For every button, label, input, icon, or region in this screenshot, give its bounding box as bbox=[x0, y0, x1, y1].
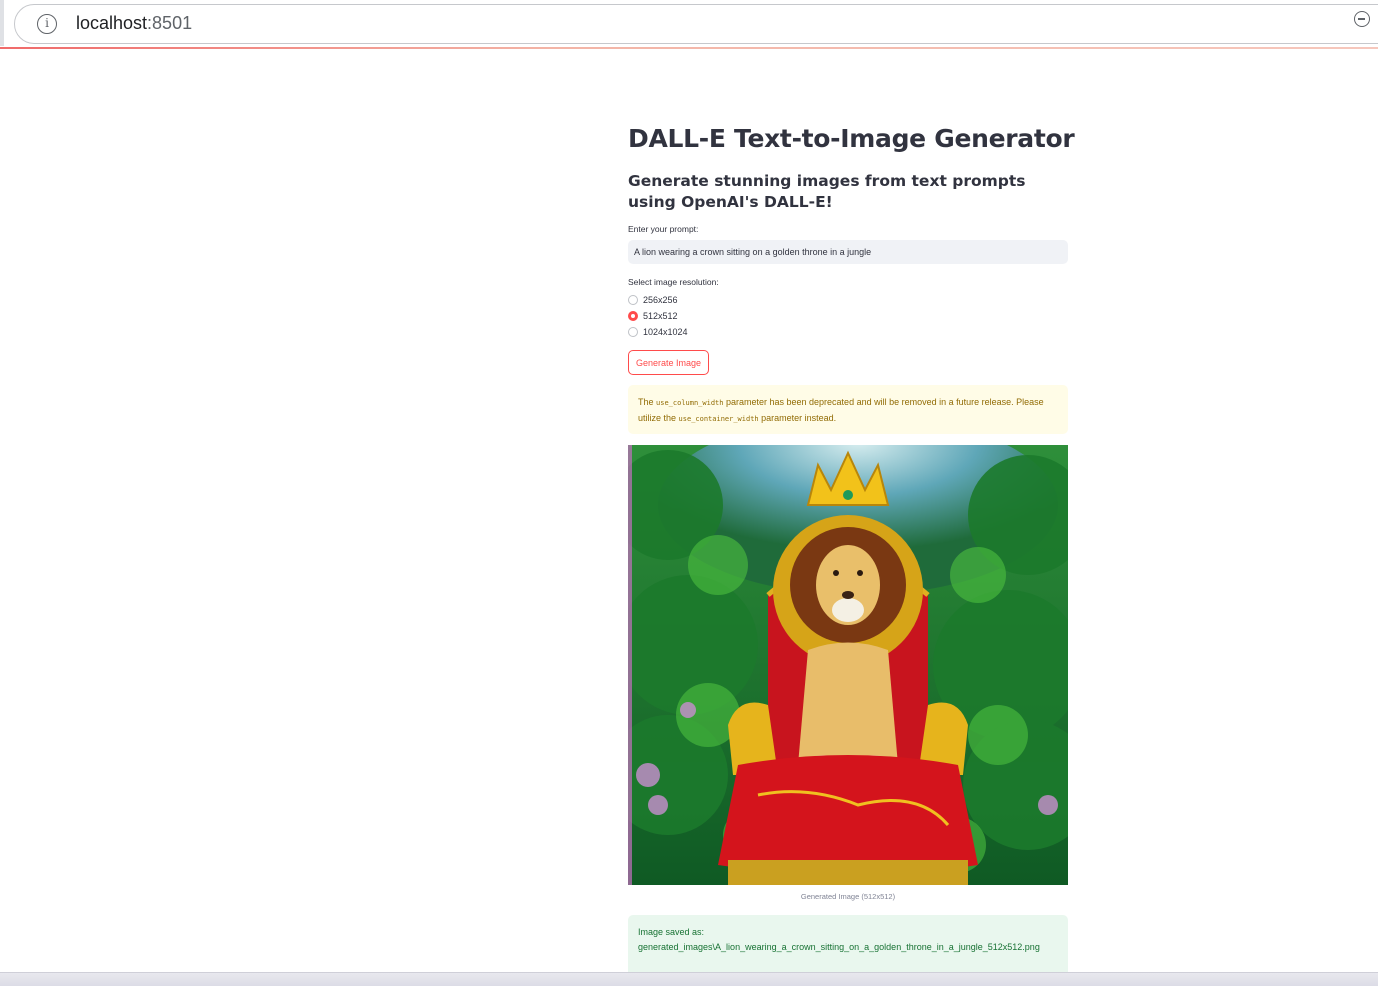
warning-suffix: parameter instead. bbox=[761, 413, 837, 423]
generated-image bbox=[628, 445, 1068, 885]
lion-image-illustration bbox=[628, 445, 1068, 885]
tab-edge bbox=[0, 0, 4, 46]
loading-bar bbox=[0, 47, 1378, 49]
taskbar-edge bbox=[0, 972, 1378, 986]
resolution-label: Select image resolution: bbox=[628, 277, 719, 287]
deprecation-warning: The use_column_width parameter has been … bbox=[628, 385, 1068, 434]
info-icon[interactable]: i bbox=[37, 14, 57, 34]
warning-code-2: use_container_width bbox=[678, 415, 759, 423]
browser-toolbar: i localhost:8501 bbox=[0, 0, 1378, 49]
radio-button[interactable] bbox=[628, 327, 638, 337]
warning-prefix: The bbox=[638, 397, 654, 407]
prompt-input[interactable] bbox=[628, 240, 1068, 264]
address-bar[interactable]: i localhost:8501 bbox=[14, 4, 1378, 44]
success-message: Image saved as: generated_images\A_lion_… bbox=[628, 915, 1068, 975]
warning-code-1: use_column_width bbox=[656, 399, 724, 407]
image-caption: Generated Image (512x512) bbox=[800, 892, 896, 901]
url-port: :8501 bbox=[147, 13, 193, 33]
prompt-label: Enter your prompt: bbox=[628, 224, 699, 234]
radio-label: 256x256 bbox=[643, 295, 678, 305]
url-text[interactable]: localhost:8501 bbox=[76, 13, 192, 34]
radio-option-1024[interactable]: 1024x1024 bbox=[628, 326, 688, 338]
radio-button[interactable] bbox=[628, 295, 638, 305]
radio-button-selected[interactable] bbox=[628, 311, 638, 321]
radio-option-512[interactable]: 512x512 bbox=[628, 310, 678, 322]
success-path: generated_images\A_lion_wearing_a_crown_… bbox=[638, 942, 1040, 952]
page-subtitle: Generate stunning images from text promp… bbox=[628, 172, 1026, 211]
url-host: localhost bbox=[76, 13, 148, 33]
radio-option-256[interactable]: 256x256 bbox=[628, 294, 678, 306]
success-line-1: Image saved as: bbox=[638, 927, 705, 937]
page-title: DALL-E Text-to-Image Generator bbox=[628, 124, 1075, 153]
zoom-out-icon[interactable] bbox=[1354, 11, 1370, 27]
generate-image-button[interactable]: Generate Image bbox=[628, 350, 710, 375]
radio-label: 1024x1024 bbox=[643, 327, 688, 337]
radio-label: 512x512 bbox=[643, 311, 678, 321]
